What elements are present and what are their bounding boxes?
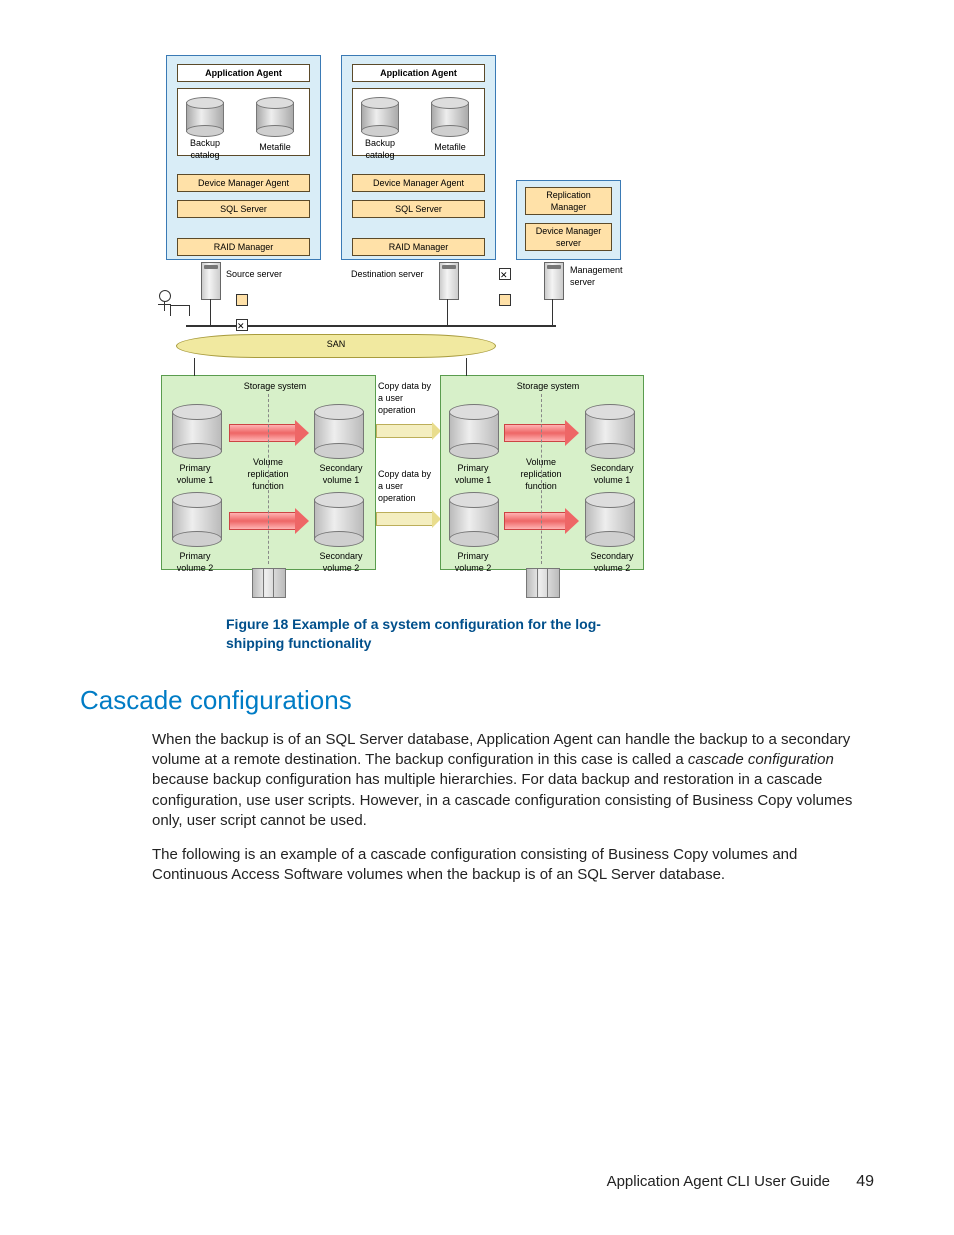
dest-server-box: Application Agent Backup catalog Metafil…: [341, 55, 496, 260]
system-config-diagram: Application Agent Backup catalog Metafil…: [156, 50, 646, 595]
arrow-icon: [229, 424, 296, 442]
san-label: SAN: [176, 334, 496, 358]
source-server-box: Application Agent Backup catalog Metafil…: [166, 55, 321, 260]
server-tower-icon: [201, 262, 221, 300]
server-tower-icon: [544, 262, 564, 300]
page-footer: Application Agent CLI User Guide 49: [607, 1171, 874, 1193]
figure-caption: Figure 18 Example of a system configurat…: [226, 615, 646, 653]
server-tower-icon: [439, 262, 459, 300]
app-agent-label: Application Agent: [177, 64, 310, 82]
page-number: 49: [856, 1173, 874, 1190]
paragraph-1: When the backup is of an SQL Server data…: [152, 730, 874, 831]
storage-system-2: Storage system Primary volume 1 Volume r…: [440, 375, 644, 570]
arrow-icon: [504, 424, 566, 442]
storage-system-1: Storage system Primary volume 1 Volume r…: [161, 375, 376, 570]
arrow-icon: [376, 424, 433, 438]
arrow-icon: [376, 512, 433, 526]
mgmt-server-box: Replication Manager Device Manager serve…: [516, 180, 621, 260]
disk-array-icon: [526, 568, 560, 598]
arrow-icon: [229, 512, 296, 530]
disk-array-icon: [252, 568, 286, 598]
footer-title: Application Agent CLI User Guide: [607, 1173, 830, 1190]
section-heading: Cascade configurations: [80, 683, 874, 718]
raid-mgr-bar: RAID Manager: [177, 238, 310, 256]
arrow-icon: [504, 512, 566, 530]
dev-mgr-agent-bar: Device Manager Agent: [177, 174, 310, 192]
user-icon: [158, 290, 184, 320]
paragraph-2: The following is an example of a cascade…: [152, 845, 874, 886]
sql-server-bar: SQL Server: [177, 200, 310, 218]
